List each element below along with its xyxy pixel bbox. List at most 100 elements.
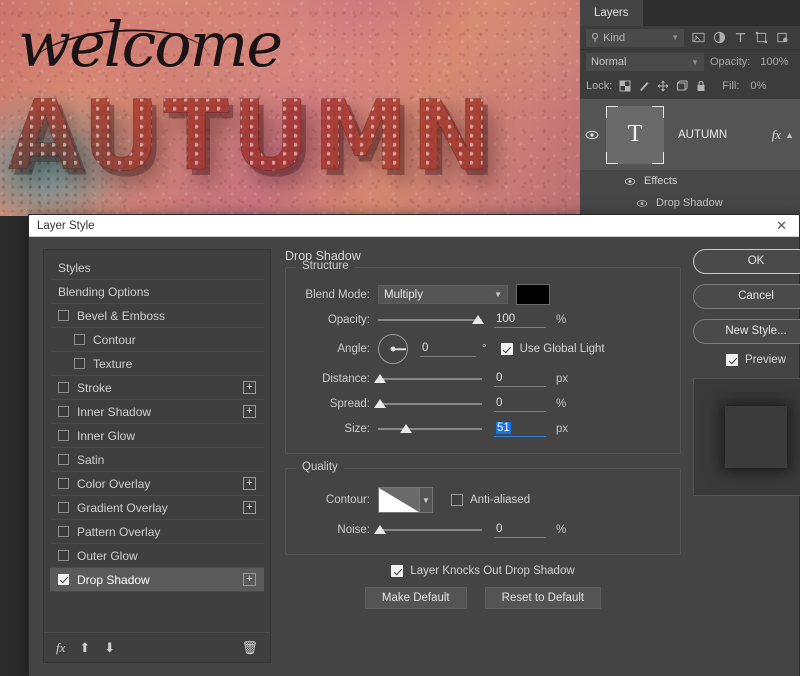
- layer-effect-drop-shadow-row[interactable]: Drop Shadow: [580, 192, 800, 214]
- layer-opacity-value[interactable]: 100%: [760, 56, 788, 68]
- effect-item-outer-glow[interactable]: Outer Glow: [50, 544, 264, 568]
- distance-input[interactable]: 0: [494, 371, 546, 387]
- effect-checkbox[interactable]: [74, 334, 85, 345]
- fx-icon[interactable]: fx: [772, 127, 785, 143]
- spread-input[interactable]: 0: [494, 396, 546, 412]
- opacity-input[interactable]: 100: [494, 312, 546, 328]
- chevron-down-icon[interactable]: ▼: [420, 487, 433, 513]
- dialog-title-bar[interactable]: Layer Style ✕: [29, 215, 799, 237]
- angle-input[interactable]: 0: [420, 341, 476, 357]
- effect-checkbox[interactable]: [58, 430, 69, 441]
- lock-all-icon[interactable]: [695, 80, 707, 92]
- layer-effects-row[interactable]: Effects: [580, 170, 800, 192]
- layer-row-autumn[interactable]: T AUTUMN fx ▲: [580, 98, 800, 170]
- chevron-up-icon[interactable]: ▲: [785, 130, 800, 140]
- effect-checkbox[interactable]: [58, 574, 69, 585]
- effect-checkbox[interactable]: [58, 478, 69, 489]
- layer-visibility-toggle[interactable]: [580, 130, 604, 140]
- slider-thumb[interactable]: [400, 423, 412, 433]
- move-down-icon[interactable]: ⬇: [104, 640, 115, 656]
- image-filter-icon[interactable]: [692, 31, 705, 44]
- shape-filter-icon[interactable]: [755, 31, 768, 44]
- thumb-corner-bl: [606, 151, 618, 164]
- add-effect-icon[interactable]: +: [243, 501, 256, 514]
- type-filter-icon[interactable]: [734, 31, 747, 44]
- effect-item-bevel-emboss[interactable]: Bevel & Emboss: [50, 304, 264, 328]
- effect-checkbox[interactable]: [58, 454, 69, 465]
- lock-image-pixels-icon[interactable]: [638, 80, 650, 92]
- slider-thumb[interactable]: [374, 398, 386, 408]
- reset-to-default-button[interactable]: Reset to Default: [484, 587, 602, 609]
- effect-label: Blending Options: [58, 284, 150, 299]
- fill-value[interactable]: 0%: [750, 80, 766, 92]
- checkbox-box[interactable]: [500, 343, 513, 355]
- effect-item-stroke[interactable]: Stroke +: [50, 376, 264, 400]
- make-default-button[interactable]: Make Default: [364, 587, 467, 609]
- add-effect-icon[interactable]: +: [243, 477, 256, 490]
- layer-filter-row: ⚲ Kind ▼: [580, 26, 800, 50]
- checkbox-box[interactable]: [391, 565, 404, 577]
- effect-item-drop-shadow[interactable]: Drop Shadow +: [50, 568, 264, 592]
- preview-checkbox[interactable]: Preview: [693, 354, 800, 366]
- use-global-light-checkbox[interactable]: Use Global Light: [500, 343, 605, 355]
- effect-checkbox[interactable]: [58, 502, 69, 513]
- effect-item-color-overlay[interactable]: Color Overlay +: [50, 472, 264, 496]
- angle-dial[interactable]: [378, 334, 408, 364]
- layer-name-label[interactable]: AUTUMN: [664, 129, 772, 141]
- shadow-color-swatch[interactable]: [516, 284, 550, 305]
- effect-item-pattern-overlay[interactable]: Pattern Overlay: [50, 520, 264, 544]
- anti-aliased-checkbox[interactable]: Anti-aliased: [451, 494, 530, 506]
- add-effect-icon[interactable]: +: [243, 381, 256, 394]
- tab-layers[interactable]: Layers: [580, 0, 643, 26]
- eye-icon[interactable]: [636, 199, 648, 208]
- distance-slider[interactable]: [374, 371, 482, 387]
- opacity-slider[interactable]: [378, 312, 484, 328]
- size-input[interactable]: 51: [494, 421, 546, 437]
- move-up-icon[interactable]: ⬆: [79, 640, 90, 656]
- contour-preview[interactable]: [378, 487, 420, 513]
- layer-kind-select[interactable]: ⚲ Kind ▼: [586, 28, 684, 47]
- effect-checkbox[interactable]: [58, 406, 69, 417]
- add-effect-icon[interactable]: +: [243, 573, 256, 586]
- noise-input[interactable]: 0: [494, 522, 546, 538]
- effect-item-texture[interactable]: Texture: [50, 352, 264, 376]
- effect-item-inner-shadow[interactable]: Inner Shadow +: [50, 400, 264, 424]
- effect-item-gradient-overlay[interactable]: Gradient Overlay +: [50, 496, 264, 520]
- document-canvas[interactable]: welcome AUTUMN AUTUMN: [0, 0, 580, 216]
- effect-item-styles[interactable]: Styles: [50, 256, 264, 280]
- trash-icon[interactable]: 🗑: [241, 640, 258, 656]
- lock-position-icon[interactable]: [657, 80, 669, 92]
- fx-icon[interactable]: fx: [56, 640, 65, 656]
- layer-blend-mode-select[interactable]: Normal ▼: [586, 53, 704, 71]
- effect-item-satin[interactable]: Satin: [50, 448, 264, 472]
- effect-checkbox[interactable]: [58, 526, 69, 537]
- effect-item-inner-glow[interactable]: Inner Glow: [50, 424, 264, 448]
- adjustment-filter-icon[interactable]: [713, 31, 726, 44]
- lock-transparent-pixels-icon[interactable]: [619, 80, 631, 92]
- slider-thumb[interactable]: [472, 314, 484, 324]
- add-effect-icon[interactable]: +: [243, 405, 256, 418]
- slider-thumb[interactable]: [374, 373, 386, 383]
- effect-item-blending-options[interactable]: Blending Options: [50, 280, 264, 304]
- eye-icon[interactable]: [624, 177, 636, 186]
- effect-item-contour[interactable]: Contour: [50, 328, 264, 352]
- effect-checkbox[interactable]: [58, 550, 69, 561]
- close-icon[interactable]: ✕: [772, 218, 791, 234]
- effect-checkbox[interactable]: [58, 310, 69, 321]
- smart-object-filter-icon[interactable]: [776, 31, 789, 44]
- new-style-button[interactable]: New Style...: [693, 319, 800, 344]
- layer-thumbnail[interactable]: T: [606, 105, 664, 164]
- cancel-button[interactable]: Cancel: [693, 284, 800, 309]
- effect-checkbox[interactable]: [74, 358, 85, 369]
- slider-thumb[interactable]: [374, 524, 386, 534]
- checkbox-box[interactable]: [451, 494, 463, 506]
- spread-slider[interactable]: [374, 396, 482, 412]
- layer-knocks-out-checkbox[interactable]: Layer Knocks Out Drop Shadow: [391, 565, 575, 577]
- lock-artboard-icon[interactable]: [676, 80, 688, 92]
- ok-button[interactable]: OK: [693, 249, 800, 274]
- blend-mode-select[interactable]: Multiply ▼: [378, 285, 508, 304]
- noise-slider[interactable]: [374, 522, 482, 538]
- effect-checkbox[interactable]: [58, 382, 69, 393]
- size-slider[interactable]: [378, 421, 482, 437]
- checkbox-box[interactable]: [726, 354, 739, 366]
